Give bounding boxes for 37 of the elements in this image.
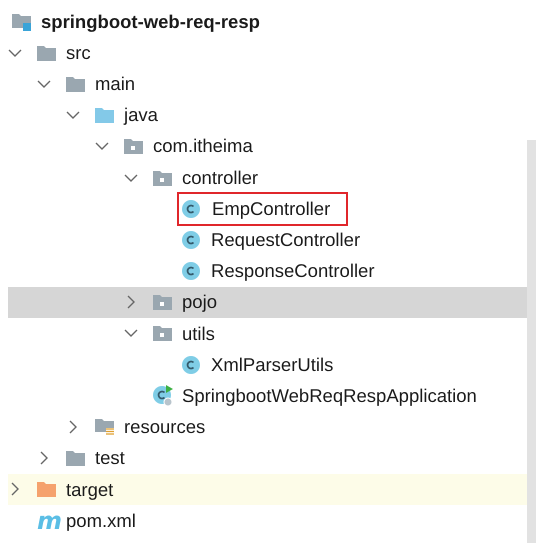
tree-item-label[interactable]: java: [124, 100, 158, 130]
tree-item-label[interactable]: SpringbootWebReqRespApplication: [182, 380, 477, 411]
tree-item-label[interactable]: main: [95, 69, 136, 99]
class-icon: [182, 356, 200, 374]
class-icon: [182, 200, 200, 218]
class-icon: [182, 230, 200, 249]
package-icon: [153, 325, 172, 342]
tree-item-label[interactable]: utils: [182, 318, 215, 348]
tree-item-label[interactable]: target: [66, 474, 114, 504]
tree-row[interactable]: target: [8, 474, 527, 505]
folder-icon: [66, 76, 85, 92]
tree-item-label[interactable]: src: [66, 38, 91, 68]
folder-icon: [95, 107, 114, 124]
tree-item-label[interactable]: pojo: [182, 287, 217, 318]
folder-icon: [66, 450, 85, 466]
folder-icon: [37, 44, 56, 61]
folder-icon: [95, 418, 114, 436]
maven-icon: m: [37, 508, 62, 533]
tree-item-label[interactable]: EmpController: [177, 192, 348, 226]
tree-item-label[interactable]: pom.xml: [66, 506, 136, 536]
class-icon: [182, 262, 200, 280]
app-class-icon: [153, 384, 175, 407]
package-icon: [124, 138, 143, 154]
tree-item-label[interactable]: RequestController: [211, 225, 360, 255]
scrollbar[interactable]: [527, 140, 536, 543]
tree-item-label[interactable]: resources: [124, 412, 206, 442]
tree-item-label[interactable]: test: [95, 443, 125, 474]
tree-row[interactable]: pojo: [8, 286, 527, 318]
folder-icon: [37, 481, 56, 498]
package-icon: [153, 170, 172, 186]
tree-item-label[interactable]: ResponseController: [211, 256, 375, 286]
tree-item-label[interactable]: XmlParserUtils: [211, 350, 334, 380]
tree-item-label[interactable]: com.itheima: [153, 131, 253, 162]
folder-icon: [12, 12, 31, 31]
tree-item-label[interactable]: controller: [182, 162, 258, 192]
package-icon: [153, 294, 172, 310]
project-name[interactable]: springboot-web-req-resp: [41, 6, 260, 36]
